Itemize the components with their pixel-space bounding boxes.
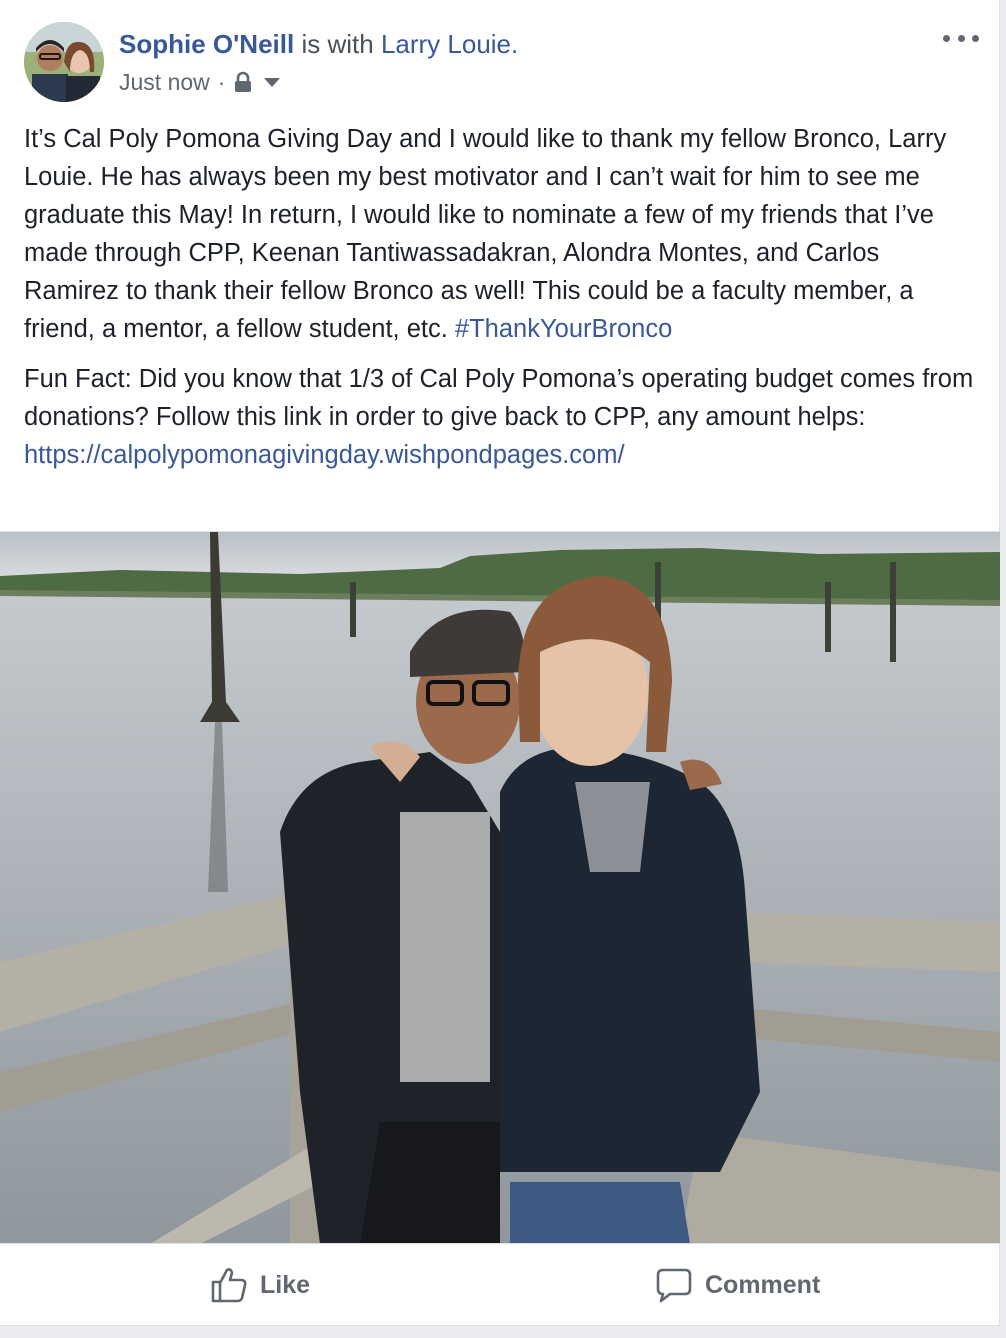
comment-label: Comment (705, 1270, 821, 1299)
lock-icon[interactable] (233, 71, 253, 93)
post-paragraph-2: Fun Fact: Did you know that 1/3 of Cal P… (24, 360, 974, 474)
hashtag-link[interactable]: #ThankYourBronco (455, 315, 672, 343)
post-timestamp[interactable]: Just now (119, 68, 210, 96)
post-body: It’s Cal Poly Pomona Giving Day and I wo… (24, 120, 974, 486)
post-photo[interactable] (0, 531, 1000, 1244)
paragraph-1-text: It’s Cal Poly Pomona Giving Day and I wo… (24, 125, 947, 343)
author-name-link[interactable]: Sophie O'Neill (119, 29, 294, 59)
paragraph-2-text: Fun Fact: Did you know that 1/3 of Cal P… (24, 365, 974, 431)
comment-button[interactable]: Comment (655, 1264, 820, 1306)
speech-bubble-icon (655, 1266, 693, 1304)
thumbs-up-icon (210, 1266, 248, 1304)
post-actions: Like Comment (0, 1243, 1000, 1326)
meta-separator: · (217, 69, 226, 95)
giving-day-link[interactable]: https://calpolypomonagivingday.wishpondp… (24, 441, 625, 469)
ellipsis-icon[interactable] (943, 26, 979, 50)
post-paragraph-1: It’s Cal Poly Pomona Giving Day and I wo… (24, 120, 974, 348)
tagged-friend-link[interactable]: Larry Louie. (381, 29, 518, 59)
like-button[interactable]: Like (210, 1264, 310, 1306)
post-author-line: Sophie O'Neill is with Larry Louie. (119, 28, 518, 60)
author-avatar[interactable] (24, 22, 104, 102)
caret-down-icon[interactable] (263, 76, 281, 88)
post-header: Sophie O'Neill is with Larry Louie. Just… (24, 22, 979, 104)
like-label: Like (260, 1270, 311, 1299)
post-meta: Just now · (119, 68, 281, 96)
with-text: is with (301, 29, 374, 59)
post-card: Sophie O'Neill is with Larry Louie. Just… (0, 0, 1000, 1326)
